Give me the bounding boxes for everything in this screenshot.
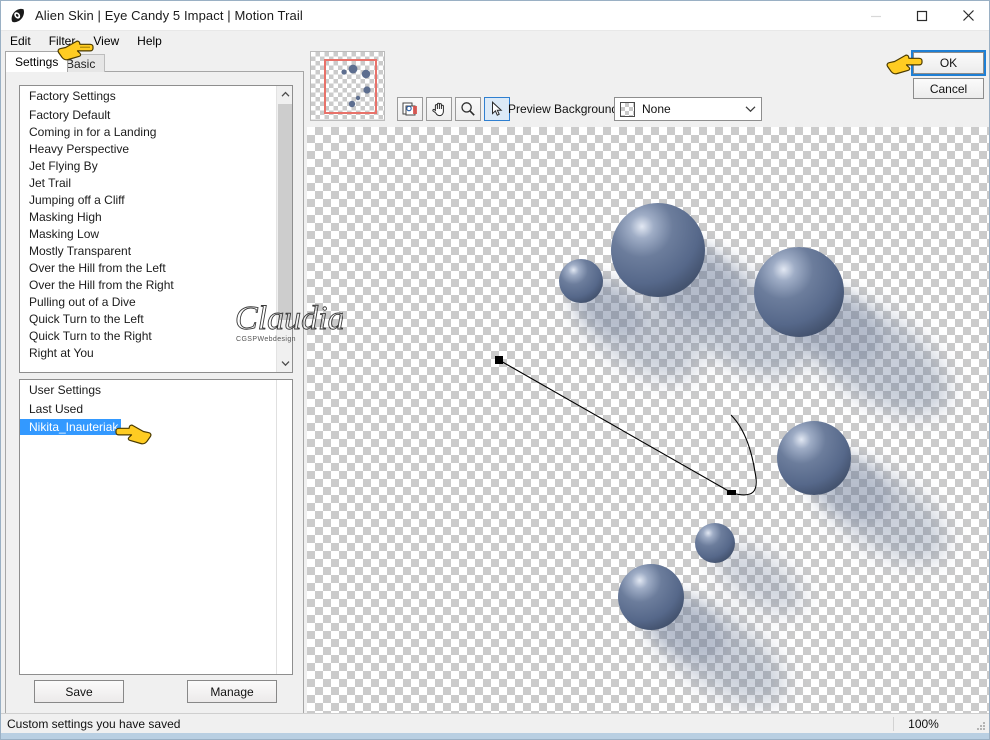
sphere: [777, 421, 851, 495]
sphere: [754, 247, 844, 337]
tab-strip: Settings Basic: [1, 50, 304, 72]
list-item[interactable]: Factory Default: [20, 107, 277, 124]
chevron-up-icon: [281, 91, 289, 97]
menu-item-view[interactable]: View: [84, 33, 128, 49]
close-icon: [962, 10, 974, 21]
scroll-down-button[interactable]: [277, 355, 292, 372]
app-window: Alien Skin | Eye Candy 5 Impact | Motion…: [0, 0, 990, 740]
alienskin-logo-icon: [9, 7, 27, 25]
window-bottom-edge: [1, 733, 989, 739]
list-item[interactable]: Jet Flying By: [20, 158, 277, 175]
maximize-icon: [916, 10, 928, 21]
navigator-viewport-rect[interactable]: [324, 59, 377, 114]
menu-item-filter[interactable]: Filter: [40, 33, 85, 49]
status-message: Custom settings you have saved: [7, 716, 181, 731]
motion-path: [495, 356, 757, 496]
path-handle-start: [495, 356, 503, 364]
list-item[interactable]: Over the Hill from the Right: [20, 277, 277, 294]
list-header: Factory Settings: [29, 89, 116, 103]
user-settings-items: User Settings Last Used Nikita_Inauteria…: [20, 380, 276, 435]
save-button[interactable]: Save: [34, 680, 124, 703]
list-item[interactable]: Quick Turn to the Right: [20, 328, 277, 345]
menu-item-edit[interactable]: Edit: [1, 33, 40, 49]
list-item[interactable]: Over the Hill from the Left: [20, 260, 277, 277]
presets-scrollbar[interactable]: [276, 86, 292, 372]
hand-icon: [432, 102, 444, 117]
scroll-up-button[interactable]: [277, 86, 292, 103]
preview-canvas[interactable]: [307, 127, 989, 716]
sphere: [611, 203, 705, 297]
preview-background-label: Preview Background:: [508, 102, 622, 116]
preview-background-value: None: [642, 102, 671, 116]
zoom-tool[interactable]: [455, 97, 481, 121]
close-button[interactable]: [945, 1, 989, 30]
panel-divider: [276, 380, 277, 674]
resize-grip-icon[interactable]: [975, 719, 987, 731]
preview-canvas-content: [495, 203, 949, 704]
select-tool[interactable]: [484, 97, 510, 121]
list-item[interactable]: Jumping off a Cliff: [20, 192, 277, 209]
menu-bar: Edit Filter View Help: [1, 31, 989, 50]
preview-toolbar: Preview Background: None: [307, 50, 989, 127]
window-controls: [853, 1, 989, 30]
factory-settings-list[interactable]: Factory Settings Factory Default Coming …: [19, 85, 293, 373]
preview-toggle-tool[interactable]: [397, 97, 423, 121]
maximize-button[interactable]: [899, 1, 945, 30]
list-item[interactable]: Last Used: [20, 401, 276, 418]
navigator-thumbnail[interactable]: [310, 51, 385, 121]
minimize-icon: [871, 15, 881, 17]
preview-background-select[interactable]: None: [614, 97, 762, 121]
manage-button[interactable]: Manage: [187, 680, 277, 703]
arrow-cursor-icon: [492, 101, 503, 116]
menu-item-help[interactable]: Help: [128, 33, 171, 49]
title-bar: Alien Skin | Eye Candy 5 Impact | Motion…: [1, 1, 989, 31]
list-item[interactable]: Mostly Transparent: [20, 243, 277, 260]
list-item[interactable]: Coming in for a Landing: [20, 124, 277, 141]
settings-panel: Factory Settings Factory Default Coming …: [5, 71, 304, 716]
panel-action-buttons: Save Manage: [6, 680, 305, 703]
magnifier-icon: [461, 102, 475, 116]
zoom-level: 100%: [893, 716, 953, 731]
user-settings-list[interactable]: User Settings Last Used Nikita_Inauteria…: [19, 379, 293, 675]
pan-tool[interactable]: [426, 97, 452, 121]
chevron-down-icon[interactable]: [739, 105, 761, 113]
sphere: [618, 564, 684, 630]
status-bar: Custom settings you have saved 100%: [1, 713, 989, 733]
list-header: User Settings: [29, 383, 102, 397]
list-item[interactable]: Masking High: [20, 209, 277, 226]
cancel-button[interactable]: Cancel: [913, 78, 984, 99]
list-item[interactable]: Quick Turn to the Left: [20, 311, 277, 328]
factory-settings-items: Factory Settings Factory Default Coming …: [20, 86, 277, 372]
list-item[interactable]: Heavy Perspective: [20, 141, 277, 158]
scrollbar-thumb[interactable]: [278, 104, 292, 320]
window-title: Alien Skin | Eye Candy 5 Impact | Motion…: [35, 8, 303, 23]
chevron-down-icon: [281, 361, 289, 367]
list-item[interactable]: Pulling out of a Dive: [20, 294, 277, 311]
list-item-selected[interactable]: Nikita_Inauteriak: [20, 419, 122, 435]
list-item[interactable]: Jet Trail: [20, 175, 277, 192]
tab-settings[interactable]: Settings: [5, 51, 69, 72]
ok-button[interactable]: OK: [911, 50, 986, 76]
path-handle-end: [727, 490, 736, 495]
sphere: [695, 523, 735, 563]
list-item[interactable]: Masking Low: [20, 226, 277, 243]
sphere: [559, 259, 603, 303]
image-compare-icon: [402, 102, 417, 116]
minimize-button[interactable]: [853, 1, 899, 30]
preview-background-swatch: [620, 101, 635, 117]
list-item[interactable]: Right at You: [20, 345, 277, 362]
